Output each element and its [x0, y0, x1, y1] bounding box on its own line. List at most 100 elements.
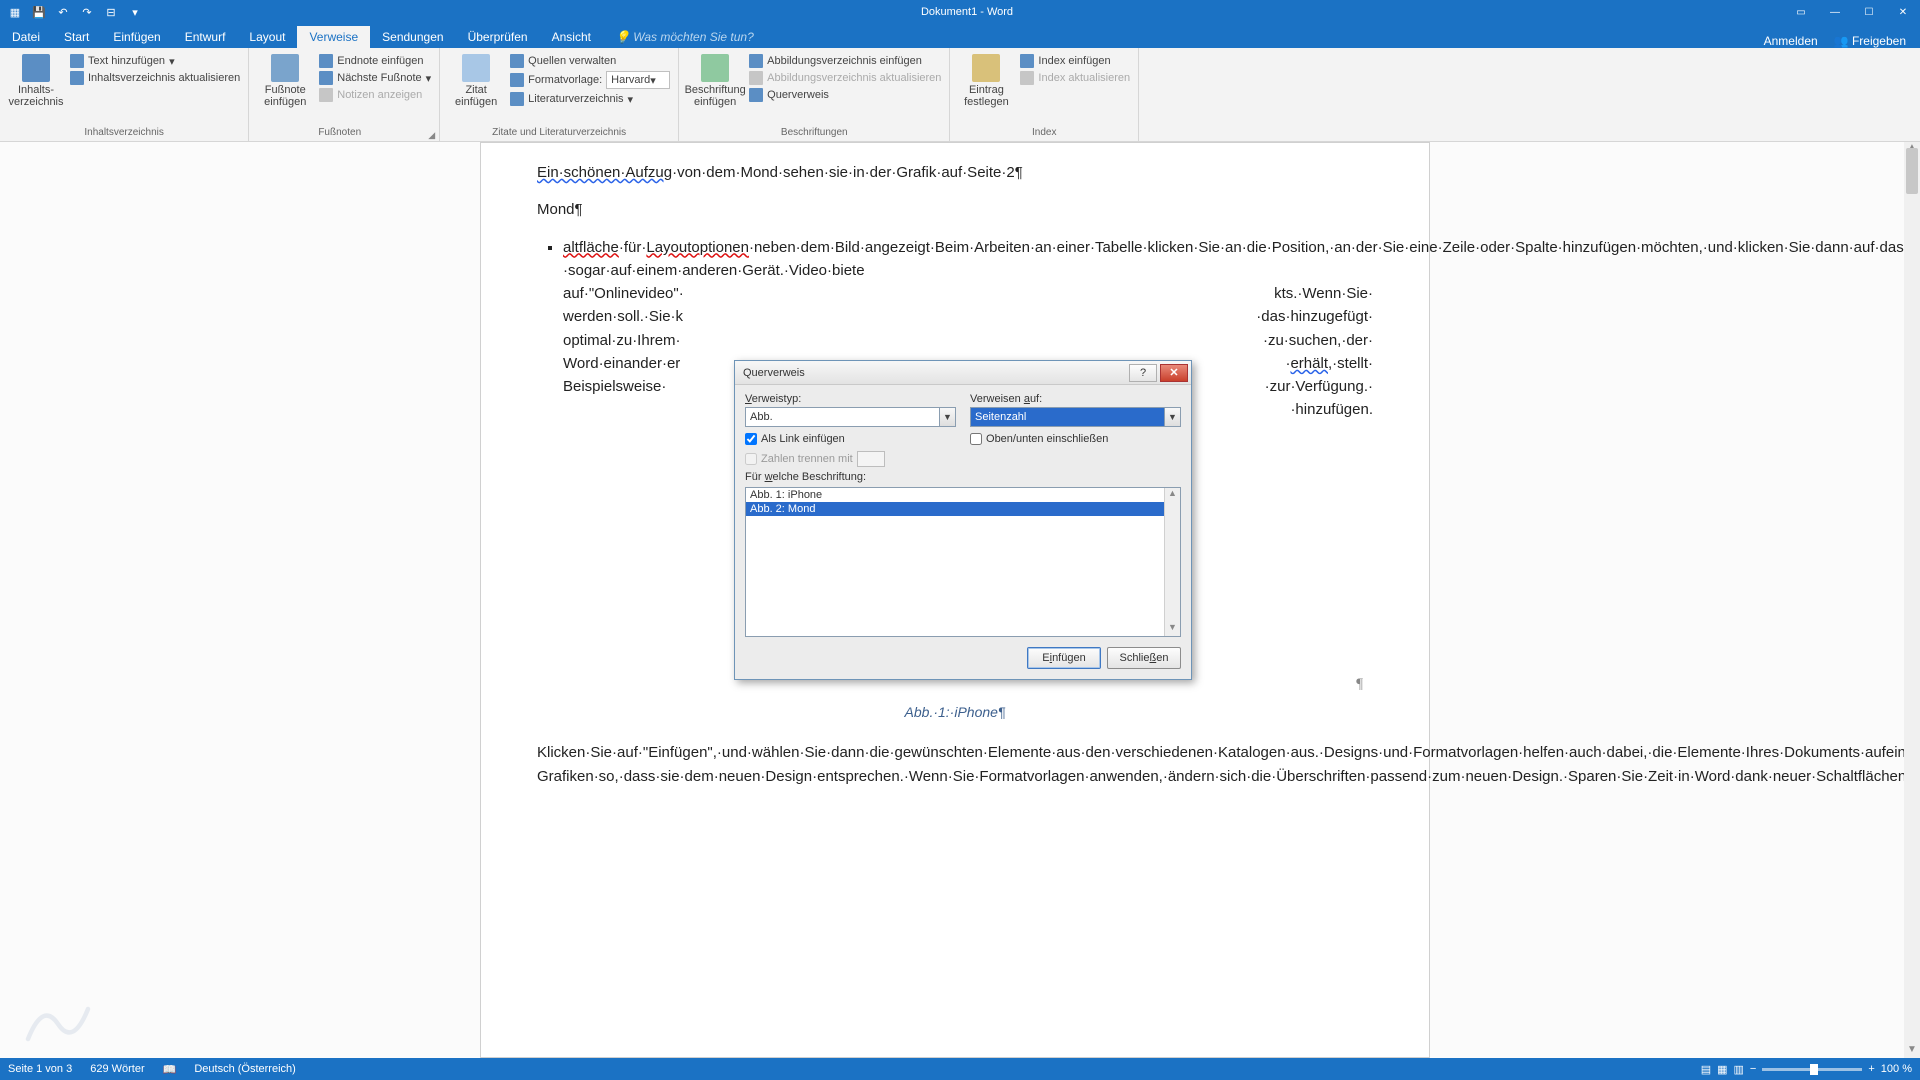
scroll-down-icon[interactable]: ▼ — [1165, 622, 1180, 636]
manage-sources-button[interactable]: Quellen verwalten — [510, 54, 670, 68]
scroll-up-icon[interactable]: ▲ — [1165, 488, 1180, 502]
tab-ansicht[interactable]: Ansicht — [540, 26, 603, 48]
doc-text: ·von·dem·Mond·sehen·sie·in·der·Grafik·au… — [672, 164, 1023, 181]
status-page[interactable]: Seite 1 von 3 — [8, 1063, 72, 1075]
vertical-scrollbar[interactable]: ▲ ▼ — [1904, 142, 1920, 1058]
style-icon — [510, 73, 524, 87]
above-below-input[interactable] — [970, 433, 982, 445]
doc-text: erhält — [1290, 355, 1328, 372]
minimize-icon[interactable]: — — [1818, 0, 1852, 24]
ribbon-options-icon[interactable]: ▭ — [1784, 0, 1818, 24]
above-below-checkbox[interactable]: Oben/unten einschließen — [970, 433, 1181, 445]
ref-type-select[interactable]: Abb. ▼ — [745, 407, 956, 427]
tab-start[interactable]: Start — [52, 26, 101, 48]
endnote-button[interactable]: Endnote einfügen — [319, 54, 431, 68]
zoom-out-button[interactable]: − — [1750, 1063, 1756, 1075]
zoom-slider[interactable] — [1762, 1068, 1862, 1071]
doc-text: kts.·Wenn·Sie· — [1274, 282, 1373, 305]
separator-input — [857, 451, 885, 467]
tell-me-search[interactable]: 💡 Was möchten Sie tun? — [603, 26, 766, 48]
qat-more-icon[interactable]: ▾ — [126, 3, 144, 21]
insert-button[interactable]: Einfügen — [1027, 647, 1101, 669]
tab-sendungen[interactable]: Sendungen — [370, 26, 455, 48]
update-index-button: Index aktualisieren — [1020, 71, 1130, 85]
show-notes-button: Notizen anzeigen — [319, 88, 431, 102]
web-layout-icon[interactable]: ▥ — [1734, 1063, 1744, 1076]
bibliography-icon — [510, 92, 524, 106]
doc-text: Layoutoptionen — [646, 239, 749, 256]
footnote-button[interactable]: Fußnote einfügen — [257, 54, 313, 108]
toc-button[interactable]: Inhalts- verzeichnis — [8, 54, 64, 108]
status-words[interactable]: 629 Wörter — [90, 1063, 144, 1075]
update-toc-button[interactable]: Inhaltsverzeichnis aktualisieren — [70, 71, 240, 85]
ref-type-value: Abb. — [750, 411, 773, 423]
scroll-down-icon[interactable]: ▼ — [1904, 1044, 1920, 1058]
list-item[interactable]: Abb. 2: Mond — [746, 502, 1180, 516]
sign-in-link[interactable]: Anmelden — [1764, 34, 1818, 48]
tab-ueberpruefen[interactable]: Überprüfen — [456, 26, 540, 48]
share-button[interactable]: 👥 Freigeben — [1834, 34, 1906, 48]
insert-index-button[interactable]: Index einfügen — [1020, 54, 1130, 68]
figure-caption: Abb.·1:·iPhone¶ — [537, 702, 1373, 724]
close-button[interactable]: Schließen — [1107, 647, 1181, 669]
list-scrollbar[interactable]: ▲ ▼ — [1164, 488, 1180, 636]
read-mode-icon[interactable]: ▤ — [1701, 1063, 1711, 1076]
dropdown-icon[interactable]: ▼ — [939, 408, 955, 426]
tab-verweise[interactable]: Verweise — [297, 26, 370, 48]
close-icon[interactable]: ✕ — [1886, 0, 1920, 24]
for-which-label: Für welche Beschriftung: — [745, 471, 1181, 483]
bibliography-button[interactable]: Literaturverzeichnis ▾ — [510, 92, 670, 106]
next-footnote-button[interactable]: Nächste Fußnote ▾ — [319, 71, 431, 85]
caption-list[interactable]: Abb. 1: iPhone Abb. 2: Mond ▲ ▼ — [745, 487, 1181, 637]
doc-text: ·das·hinzugefügt· — [1256, 305, 1373, 328]
mark-entry-button[interactable]: Eintrag festlegen — [958, 54, 1014, 108]
redo-icon[interactable]: ↷ — [78, 3, 96, 21]
ref-to-select[interactable]: Seitenzahl ▼ — [970, 407, 1181, 427]
doc-text: Word·einander·er — [563, 352, 680, 375]
scroll-thumb[interactable] — [1906, 148, 1918, 194]
endnote-icon — [319, 54, 333, 68]
maximize-icon[interactable]: ☐ — [1852, 0, 1886, 24]
zoom-handle[interactable] — [1810, 1064, 1818, 1075]
save-icon[interactable]: 💾 — [30, 3, 48, 21]
zoom-in-button[interactable]: + — [1868, 1063, 1874, 1075]
insert-citation-button[interactable]: Zitat einfügen — [448, 54, 504, 108]
separate-numbers-checkbox: Zahlen trennen mit — [745, 451, 956, 467]
dialog-close-button[interactable]: ✕ — [1160, 364, 1188, 382]
add-text-icon — [70, 54, 84, 68]
ref-to-label: Verweisen auf: — [970, 393, 1181, 405]
insert-caption-button[interactable]: Beschriftung einfügen — [687, 54, 743, 108]
as-link-checkbox[interactable]: Als Link einfügen — [745, 433, 956, 445]
status-language[interactable]: Deutsch (Österreich) — [194, 1063, 295, 1075]
tab-entwurf[interactable]: Entwurf — [173, 26, 238, 48]
tab-einfuegen[interactable]: Einfügen — [101, 26, 172, 48]
ref-to-value: Seitenzahl — [975, 411, 1026, 423]
undo-icon[interactable]: ↶ — [54, 3, 72, 21]
add-text-button[interactable]: Text hinzufügen ▾ — [70, 54, 240, 68]
group-footnotes: Fußnoten — [257, 125, 422, 141]
doc-text: ·neben·dem·Bild·angezeigt·Beim·Arbeiten·… — [563, 239, 1920, 279]
toc-label: Inhalts- verzeichnis — [8, 84, 63, 108]
as-link-input[interactable] — [745, 433, 757, 445]
mark-entry-icon — [972, 54, 1000, 82]
status-proofing-icon[interactable]: 📖 — [163, 1063, 177, 1076]
doc-text: ,·stellt· — [1328, 355, 1373, 372]
insert-index-label: Index einfügen — [1038, 55, 1110, 67]
list-item[interactable]: Abb. 1: iPhone — [746, 488, 1180, 502]
cross-reference-button[interactable]: Querverweis — [749, 88, 941, 102]
dialog-help-button[interactable]: ? — [1129, 364, 1157, 382]
zoom-level[interactable]: 100 % — [1881, 1063, 1912, 1075]
doc-text: ·hinzufügen. — [1290, 401, 1373, 418]
print-layout-icon[interactable]: ▦ — [1717, 1063, 1727, 1076]
dropdown-icon[interactable]: ▼ — [1164, 408, 1180, 426]
footnotes-dialog-launcher[interactable]: ◢ — [428, 130, 435, 141]
insert-figures-button[interactable]: Abbildungsverzeichnis einfügen — [749, 54, 941, 68]
update-figures-label: Abbildungsverzeichnis aktualisieren — [767, 72, 941, 84]
touch-mode-icon[interactable]: ⊟ — [102, 3, 120, 21]
toc-icon — [22, 54, 50, 82]
citation-style-select[interactable]: Formatvorlage: Harvard ▾ — [510, 71, 670, 89]
doc-text: altfläche — [563, 239, 619, 256]
tab-layout[interactable]: Layout — [237, 26, 297, 48]
tab-datei[interactable]: Datei — [0, 26, 52, 48]
doc-text: werden·soll.·Sie·k — [563, 305, 683, 328]
